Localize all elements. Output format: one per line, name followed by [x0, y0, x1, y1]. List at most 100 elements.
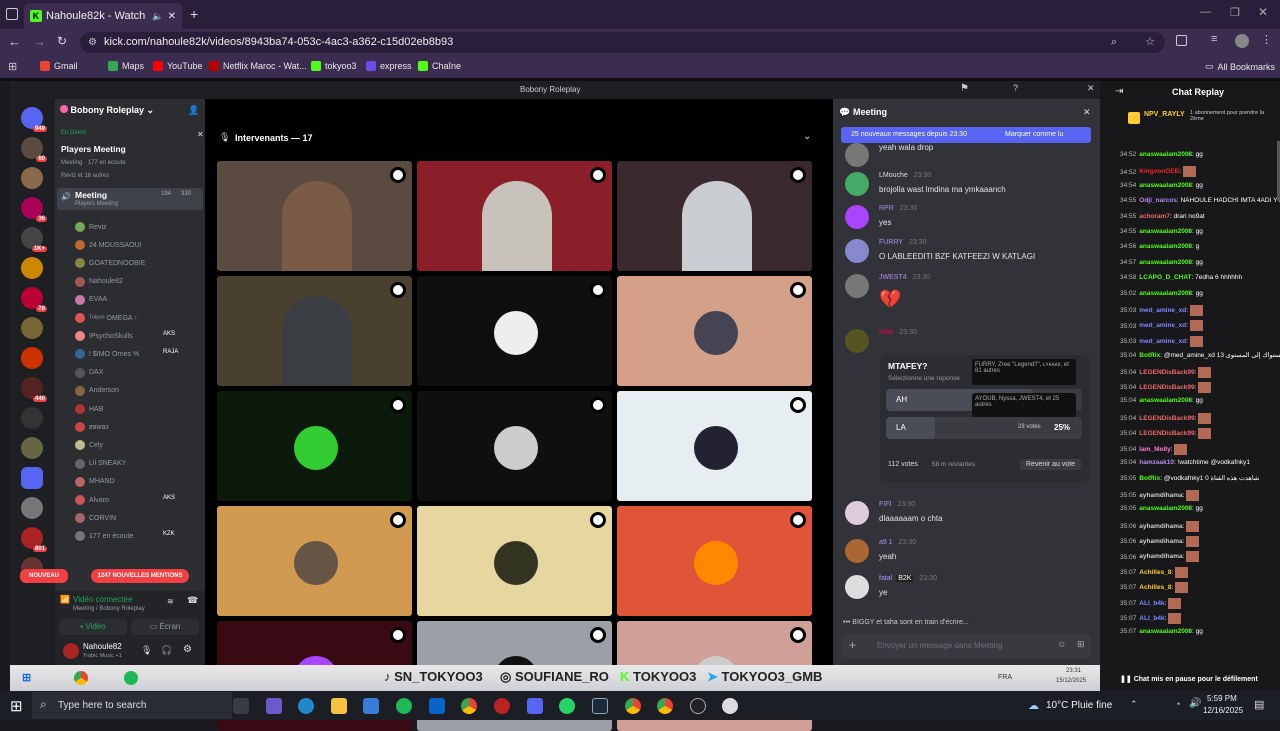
forward-icon[interactable]: →: [33, 34, 46, 49]
chat-username[interactable]: Achilles_8: [1139, 584, 1171, 591]
message-input[interactable]: + Envoyer un message dans Meeting ☺ ⊞: [841, 634, 1091, 658]
bookmark-youtube[interactable]: YouTube: [153, 61, 202, 71]
clock-date[interactable]: 12/16/2025: [1203, 706, 1243, 715]
participant-tile[interactable]: [417, 391, 612, 501]
server-icon[interactable]: [21, 347, 43, 369]
member-item[interactable]: 24 MOUSSAOUI: [75, 240, 142, 251]
chat-username[interactable]: ALI_b4k: [1139, 615, 1164, 622]
chevron-down-icon[interactable]: ⌄: [803, 131, 811, 142]
wifi-icon[interactable]: ◔: [1175, 699, 1180, 709]
server-icon[interactable]: 60: [21, 137, 47, 162]
chat-username[interactable]: LEGENDisBack99: [1139, 369, 1194, 376]
browser-tab[interactable]: K Nahoule82k - Watch the V( 🔈 ✕: [24, 3, 182, 29]
message-author[interactable]: FURRY 23:30: [879, 239, 927, 246]
chat-username[interactable]: anaswaalam2008: [1139, 182, 1192, 189]
member-item[interactable]: ᵀᵒᵏʸᵒᵒ OMEGA ↑: [75, 313, 138, 323]
participant-tile[interactable]: [417, 161, 612, 271]
help-icon[interactable]: ?: [1013, 83, 1018, 93]
server-icon[interactable]: [21, 467, 43, 489]
new-badge[interactable]: NOUVEAU: [20, 569, 68, 583]
chat-username[interactable]: BotRix: [1139, 352, 1160, 359]
live-channel[interactable]: Players Meeting: [61, 144, 126, 154]
tab-search-icon[interactable]: [6, 8, 18, 20]
weather-text[interactable]: 10°C Pluie fine: [1046, 700, 1112, 711]
inbox-icon[interactable]: ⚑: [960, 83, 969, 94]
member-item[interactable]: EVAA: [75, 294, 107, 305]
headphones-icon[interactable]: 🎧: [161, 645, 172, 656]
mark-read[interactable]: Marquer comme lu: [1005, 131, 1063, 138]
participant-tile[interactable]: [617, 506, 812, 616]
spectate-icon[interactable]: [790, 512, 806, 528]
bookmark-express[interactable]: express: [366, 61, 412, 71]
message-author[interactable]: a9 1 23:30: [879, 539, 916, 546]
pinned-gift[interactable]: NPV_RAYLY 1 abonnement pour prendre la 2…: [1128, 109, 1268, 129]
participant-tile[interactable]: [617, 161, 812, 271]
speaker-icon[interactable]: 🔈: [152, 11, 163, 22]
volume-icon[interactable]: 🔊: [1189, 698, 1201, 709]
explorer-icon[interactable]: [331, 698, 347, 714]
member-item[interactable]: CORVIN: [75, 513, 116, 524]
mic-icon[interactable]: 🎙: [141, 645, 152, 656]
chat-username[interactable]: Achilles_8: [1139, 569, 1171, 576]
chat-username[interactable]: achoram7: [1139, 213, 1170, 220]
participant-tile[interactable]: [617, 391, 812, 501]
spectate-icon[interactable]: [790, 167, 806, 183]
close-window-icon[interactable]: ✕: [1258, 5, 1268, 19]
voice-channel-meeting[interactable]: 🔊 Meeting Players Meeting 194 330: [57, 188, 203, 210]
server-icon[interactable]: 1K+: [21, 227, 47, 252]
spectate-icon[interactable]: [590, 397, 606, 413]
screen-button[interactable]: ▭ Écran: [131, 619, 199, 635]
avatar[interactable]: [845, 143, 869, 167]
member-item[interactable]: Anderson: [75, 385, 119, 396]
copilot-icon[interactable]: [266, 698, 282, 714]
chat-username[interactable]: ayhamdihama: [1139, 554, 1182, 561]
all-bookmarks[interactable]: ▭ All Bookmarks: [1205, 61, 1275, 72]
chat-username[interactable]: Odji_narcos: [1139, 197, 1177, 204]
server-icon[interactable]: [21, 257, 43, 279]
member-item[interactable]: DAX: [75, 367, 103, 378]
avatar[interactable]: [845, 205, 869, 229]
member-item[interactable]: Cely: [75, 440, 103, 451]
server-icon[interactable]: 440: [21, 377, 47, 402]
disconnect-icon[interactable]: ☎: [187, 595, 198, 606]
chat-username[interactable]: LEGENDisBack99: [1139, 430, 1194, 437]
poll-back-button[interactable]: Revenir au vote: [1020, 459, 1082, 470]
member-item[interactable]: Nahoule82: [75, 276, 123, 287]
app-icon[interactable]: [722, 698, 738, 714]
chat-username[interactable]: anaswaalam2008: [1139, 505, 1192, 512]
chat-username[interactable]: med_amine_xd: [1139, 307, 1186, 314]
bookmark-netflix[interactable]: Netflix Maroc - Wat...: [209, 61, 307, 71]
bookmark-gmail[interactable]: Gmail: [40, 61, 78, 71]
participant-tile[interactable]: [417, 506, 612, 616]
member-item[interactable]: !PsychoSkulls: [75, 331, 133, 342]
back-icon[interactable]: ←: [8, 34, 21, 49]
menu-icon[interactable]: ⋮: [1261, 33, 1272, 46]
store-icon[interactable]: [363, 698, 379, 714]
steam-icon[interactable]: [592, 698, 608, 714]
spectate-icon[interactable]: [590, 167, 606, 183]
chat-username[interactable]: Iam_Molly: [1139, 446, 1170, 453]
close-icon[interactable]: ✕: [197, 130, 204, 139]
bookmark-tokyoo3[interactable]: tokyoo3: [311, 61, 357, 71]
chat-username[interactable]: med_amine_xd: [1139, 338, 1186, 345]
server-icon[interactable]: [21, 317, 43, 339]
record-icon[interactable]: [494, 698, 510, 714]
spectate-icon[interactable]: [590, 627, 606, 643]
chat-username[interactable]: LEGENDisBack99: [1139, 415, 1194, 422]
apps-icon[interactable]: ⊞: [1077, 639, 1085, 650]
notifications-icon[interactable]: ▤: [1254, 698, 1264, 711]
chat-username[interactable]: ALI_b4k: [1139, 600, 1164, 607]
chat-username[interactable]: anaswaalam2008: [1139, 397, 1192, 404]
chat-username[interactable]: KingvonOEB: [1139, 169, 1179, 176]
plus-icon[interactable]: +: [849, 638, 856, 652]
settings-icon[interactable]: ⚙: [183, 644, 192, 655]
mail-icon[interactable]: [429, 698, 445, 714]
avatar[interactable]: [845, 274, 869, 298]
member-item[interactable]: HAB: [75, 404, 103, 414]
member-item[interactable]: ! $IMO Ornes %: [75, 349, 139, 360]
taskbar-search[interactable]: ⌕ Type here to search: [32, 692, 232, 719]
message-author[interactable]: fatal B2K 23:30: [879, 575, 937, 582]
avatar[interactable]: [63, 643, 79, 659]
taskview-icon[interactable]: [233, 698, 249, 714]
participant-tile[interactable]: [217, 161, 412, 271]
